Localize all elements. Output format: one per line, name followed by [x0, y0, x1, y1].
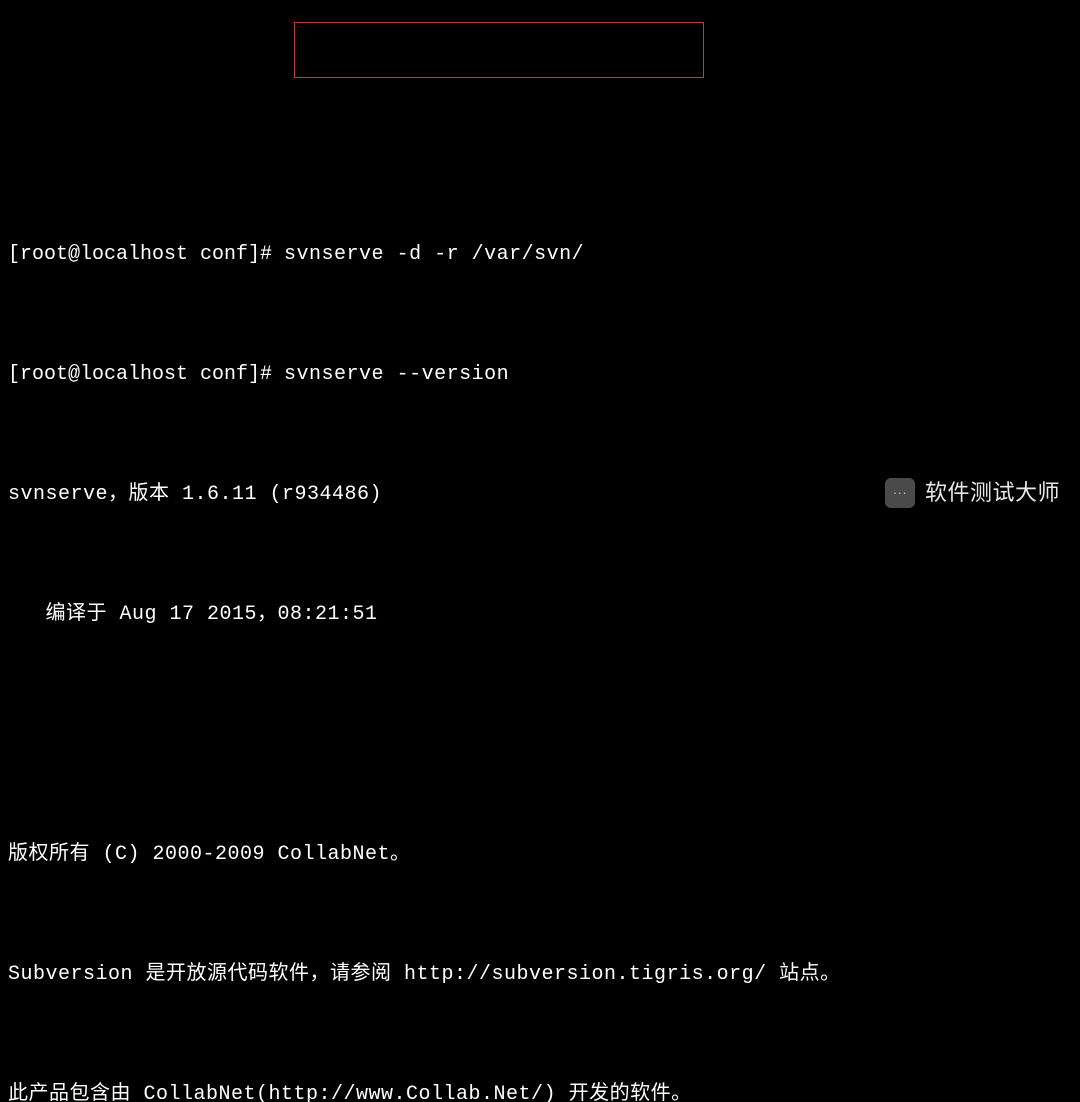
command-text: svnserve --version	[284, 363, 509, 386]
output-text: 版权所有 (C) 2000-2009 CollabNet。	[8, 843, 411, 866]
terminal-line: 版权所有 (C) 2000-2009 CollabNet。	[8, 840, 1072, 870]
shell-prompt: [root@localhost conf]#	[8, 243, 284, 266]
blank-line	[8, 720, 1072, 750]
terminal-line: 编译于 Aug 17 2015，08:21:51	[8, 600, 1072, 630]
terminal-line: [root@localhost conf]# svnserve -d -r /v…	[8, 240, 1072, 270]
watermark-text: 软件测试大师	[925, 476, 1060, 509]
terminal-line: Subversion 是开放源代码软件，请参阅 http://subversio…	[8, 960, 1072, 990]
output-text: svnserve，版本 1.6.11 (r934486)	[8, 483, 382, 506]
terminal-line: 此产品包含由 CollabNet(http://www.Collab.Net/)…	[8, 1080, 1072, 1102]
wechat-icon: ···	[885, 478, 915, 508]
output-text: Subversion 是开放源代码软件，请参阅 http://subversio…	[8, 963, 841, 986]
terminal-line	[8, 120, 1072, 150]
command-text: svnserve -d -r /var/svn/	[284, 243, 584, 266]
terminal-line: [root@localhost conf]# svnserve --versio…	[8, 360, 1072, 390]
shell-prompt: [root@localhost conf]#	[8, 363, 284, 386]
terminal-output[interactable]: [root@localhost conf]# svnserve -d -r /v…	[8, 0, 1072, 1102]
watermark: ··· 软件测试大师	[885, 476, 1060, 509]
output-text: 编译于 Aug 17 2015，08:21:51	[8, 603, 378, 626]
highlight-rectangle	[294, 22, 704, 78]
output-text: 此产品包含由 CollabNet(http://www.Collab.Net/)…	[8, 1083, 692, 1102]
